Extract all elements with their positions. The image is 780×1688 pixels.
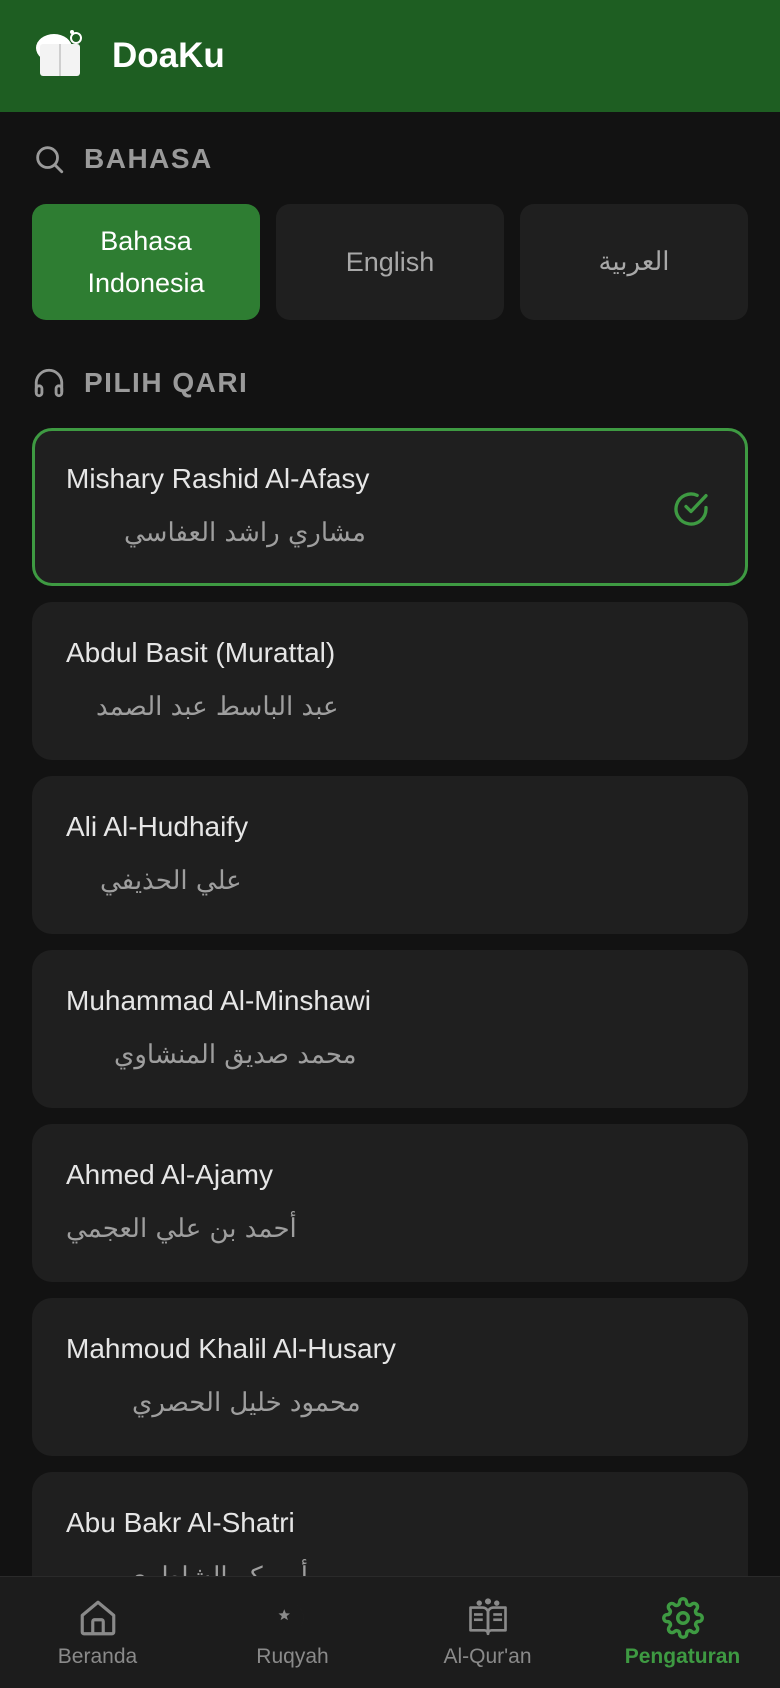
qari-name: Muhammad Al-Minshawi — [66, 985, 371, 1016]
qari-card-minshawi[interactable]: Muhammad Al-Minshawi محمد صديق المنشاوي — [32, 950, 748, 1108]
app-bar: DoaKu — [0, 0, 780, 112]
language-option-arabic[interactable]: العربية — [520, 204, 748, 320]
qari-arabic-name: علي الحذيفي — [100, 866, 242, 896]
nav-item-pengaturan[interactable]: Pengaturan — [585, 1577, 780, 1688]
qari-card-shatri[interactable]: Abu Bakr Al-Shatri أبو بكر الشاطري — [32, 1472, 748, 1576]
app-title: DoaKu — [112, 36, 225, 75]
qari-name: Ahmed Al-Ajamy — [66, 1159, 273, 1190]
qari-card-ajamy[interactable]: Ahmed Al-Ajamy أحمد بن علي العجمي — [32, 1124, 748, 1282]
gear-icon — [661, 1597, 704, 1639]
language-option-label: English — [345, 247, 435, 277]
qari-arabic-name: مشاري راشد العفاسي — [124, 518, 366, 548]
qari-name: Mishary Rashid Al-Afasy — [66, 463, 370, 494]
language-option-english[interactable]: English — [276, 204, 504, 320]
qari-arabic-name: محمود خليل الحصري — [132, 1388, 361, 1418]
qari-name: Abdul Basit (Murattal) — [66, 637, 336, 668]
language-option-label: العربية — [598, 247, 670, 277]
language-section-header: BAHASA — [32, 142, 213, 176]
search-icon — [36, 146, 64, 174]
qari-arabic-name: أحمد بن علي العجمي — [66, 1214, 297, 1244]
qari-card-husary[interactable]: Mahmoud Khalil Al-Husary محمود خليل الحص… — [32, 1298, 748, 1456]
open-book-icon — [468, 1598, 507, 1636]
nav-item-alquran[interactable]: Al-Qur'an — [390, 1577, 585, 1688]
qari-arabic-name: أبو بكر الشاطري — [126, 1560, 308, 1576]
qari-arabic-name: محمد صديق المنشاوي — [114, 1040, 357, 1070]
bottom-navigation: Beranda Ruqyah Al-Qur'an Pengaturan — [0, 1576, 780, 1688]
settings-content[interactable]: BAHASA Bahasa Indonesia English العربية … — [0, 112, 780, 1576]
home-icon — [80, 1600, 115, 1636]
qari-list: Mishary Rashid Al-Afasy مشاري راشد العفا… — [32, 428, 748, 1576]
nav-item-ruqyah[interactable]: Ruqyah — [195, 1577, 390, 1688]
nav-label: Beranda — [57, 1645, 138, 1668]
qari-card-hudhaify[interactable]: Ali Al-Hudhaify علي الحذيفي — [32, 776, 748, 934]
headphones-icon — [34, 368, 64, 398]
language-section-title: BAHASA — [84, 143, 213, 174]
qari-card-afasy[interactable]: Mishary Rashid Al-Afasy مشاري راشد العفا… — [32, 428, 748, 586]
moon-star-icon — [277, 1602, 304, 1634]
qari-name: Ali Al-Hudhaify — [66, 811, 249, 842]
qari-arabic-name: عبد الباسط عبد الصمد — [96, 692, 339, 722]
language-option-indonesia[interactable]: Bahasa Indonesia — [32, 204, 260, 320]
nav-label: Pengaturan — [624, 1645, 741, 1668]
qari-name: Mahmoud Khalil Al-Husary — [66, 1333, 396, 1364]
nav-item-beranda[interactable]: Beranda — [0, 1577, 195, 1688]
qari-card-abdul-basit[interactable]: Abdul Basit (Murattal) عبد الباسط عبد ال… — [32, 602, 748, 760]
check-circle-icon — [674, 492, 708, 526]
qari-name: Abu Bakr Al-Shatri — [66, 1507, 295, 1538]
nav-label: Al-Qur'an — [443, 1645, 532, 1668]
language-option-label: Bahasa Indonesia — [87, 226, 205, 298]
nav-label: Ruqyah — [256, 1645, 329, 1668]
book-logo-icon — [36, 30, 82, 76]
language-selector: Bahasa Indonesia English العربية — [32, 204, 748, 320]
qari-section-title: PILIH QARI — [84, 367, 249, 398]
qari-section-header: PILIH QARI — [32, 366, 248, 400]
